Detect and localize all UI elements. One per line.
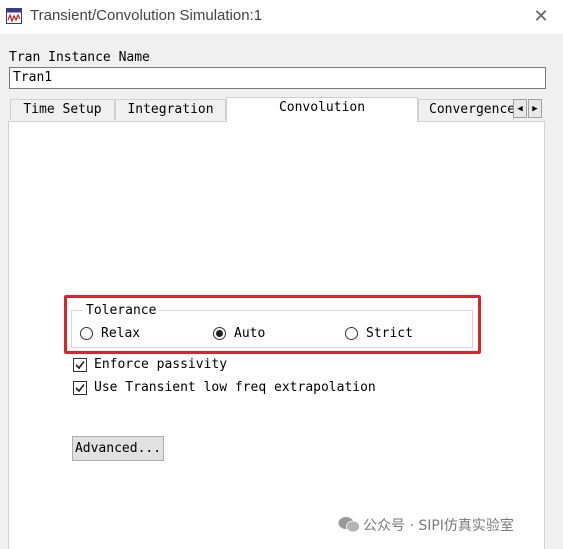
low-freq-extrapolation-checkbox[interactable] <box>73 381 87 395</box>
checkmark-icon <box>75 361 85 370</box>
tab-integration[interactable]: Integration <box>115 99 226 120</box>
tab-convergence[interactable]: Convergence <box>418 99 514 120</box>
close-button[interactable]: ✕ <box>527 4 555 28</box>
title-bar: Transient/Convolution Simulation:1 ✕ <box>0 0 563 34</box>
tab-time-setup[interactable]: Time Setup <box>10 99 115 120</box>
window-title: Transient/Convolution Simulation:1 <box>30 7 263 24</box>
tab-scroll-left-button[interactable]: ◀ <box>513 99 527 118</box>
highlight-box <box>64 295 481 354</box>
checkmark-icon <box>75 384 85 393</box>
advanced-button[interactable]: Advanced... <box>72 436 164 461</box>
simulation-waveform-icon <box>6 8 22 24</box>
low-freq-extrapolation-label[interactable]: Use Transient low freq extrapolation <box>94 380 376 395</box>
instance-name-label: Tran Instance Name <box>9 50 150 65</box>
tab-scroll-right-button[interactable]: ▶ <box>528 99 542 118</box>
enforce-passivity-checkbox[interactable] <box>73 358 87 372</box>
tab-strip: Time Setup Integration Convolution Conve… <box>8 97 548 122</box>
wechat-icon <box>338 517 360 533</box>
chevron-left-icon: ◀ <box>517 104 523 114</box>
instance-name-field[interactable]: Tran1 <box>9 67 546 89</box>
tab-convolution[interactable]: Convolution <box>226 97 418 122</box>
close-icon: ✕ <box>533 6 549 26</box>
enforce-passivity-label[interactable]: Enforce passivity <box>94 357 227 372</box>
chevron-right-icon: ▶ <box>532 104 538 114</box>
watermark-text: 公众号 · SIPI仿真实验室 <box>363 518 514 534</box>
